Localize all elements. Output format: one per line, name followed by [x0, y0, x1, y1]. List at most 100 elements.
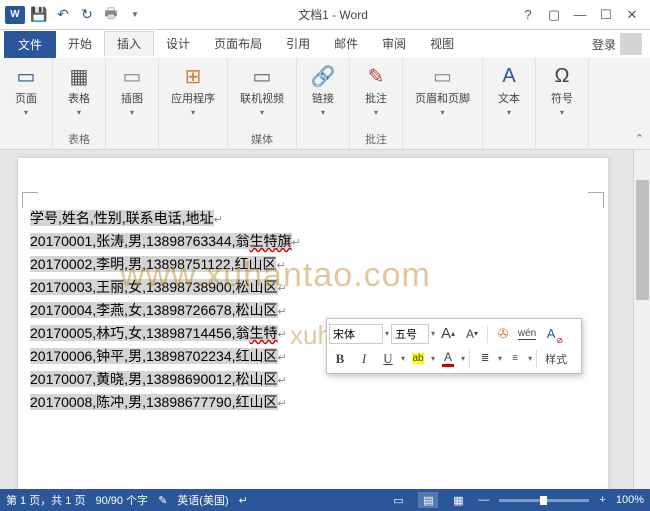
ribbon-btn-页眉和页脚[interactable]: ▭页眉和页脚▾ [411, 62, 474, 119]
close-icon[interactable]: ✕ [620, 4, 644, 26]
size-dropdown-icon[interactable]: ▾ [431, 329, 435, 338]
underline-button[interactable]: U [377, 348, 399, 370]
menu-tab-5[interactable]: 邮件 [322, 32, 370, 56]
menu-tab-0[interactable]: 开始 [56, 32, 104, 56]
bullets-dropdown-icon[interactable]: ▾ [498, 354, 502, 363]
dropdown-icon[interactable]: ▾ [507, 108, 511, 117]
word-count[interactable]: 90/90 个字 [95, 492, 148, 508]
menu-tab-7[interactable]: 视图 [418, 32, 466, 56]
highlight-dropdown-icon[interactable]: ▾ [431, 354, 435, 363]
zoom-slider[interactable] [499, 499, 589, 502]
doc-line-7[interactable]: 20170008,陈冲,男,13898677790,红山区↵ [30, 392, 592, 415]
shrink-font-button[interactable]: A▾ [461, 323, 483, 345]
ribbon-btn-联机视频[interactable]: ▭ 联机视频 ▾ [236, 62, 288, 119]
avatar-icon [620, 33, 642, 55]
language-indicator[interactable]: 英语(美国) [177, 492, 228, 508]
font-dropdown-icon[interactable]: ▾ [385, 329, 389, 338]
bold-button[interactable]: B [329, 348, 351, 370]
ribbon-btn-表格[interactable]: ▦表格▾ [61, 62, 97, 119]
save-icon[interactable]: 💾 [28, 4, 50, 26]
ribbon-icon: ▭ [12, 64, 40, 88]
scrollbar-thumb[interactable] [636, 180, 649, 300]
highlight-button[interactable]: ab [407, 348, 429, 370]
phonetic-guide-icon[interactable]: wén [516, 323, 538, 345]
menu-tab-2[interactable]: 设计 [154, 32, 202, 56]
vertical-scrollbar[interactable] [633, 150, 650, 489]
separator [487, 325, 488, 343]
format-painter-icon[interactable]: ✇ [492, 323, 514, 345]
ribbon-group-title: 媒体 [251, 129, 273, 147]
status-bar: 第 1 页，共 1 页 90/90 个字 ✎ 英语(美国) ↵ ▭ ▤ ▦ — … [0, 489, 650, 511]
ribbon-btn-批注[interactable]: ✎批注▾ [358, 62, 394, 119]
numbering-dropdown-icon[interactable]: ▾ [528, 354, 532, 363]
underline-dropdown-icon[interactable]: ▾ [401, 354, 405, 363]
file-tab[interactable]: 文件 [4, 31, 56, 58]
dropdown-icon[interactable]: ▾ [321, 108, 325, 117]
menu-tab-1[interactable]: 插入 [104, 31, 154, 56]
ribbon-icon: ▭ [248, 64, 276, 88]
ribbon-options-icon[interactable]: ▢ [542, 4, 566, 26]
doc-line-1[interactable]: 20170002,李明,男,13898751122,红山区↵ [30, 254, 592, 277]
margin-corner-tl [22, 192, 38, 208]
font-color-button[interactable]: A [437, 348, 459, 370]
numbering-button[interactable]: ≡ [504, 348, 526, 370]
ribbon-group-0: ▭页面▾ [0, 58, 53, 149]
bullets-button[interactable]: ≣ [474, 348, 496, 370]
ribbon-btn-页面[interactable]: ▭页面▾ [8, 62, 44, 119]
ribbon-icon: ▭ [118, 64, 146, 88]
dropdown-icon[interactable]: ▾ [191, 108, 195, 117]
ribbon-group-1: ▦表格▾表格 [53, 58, 106, 149]
dropdown-icon[interactable]: ▾ [260, 108, 264, 117]
minimize-icon[interactable]: — [568, 4, 592, 26]
separator [536, 350, 537, 368]
dropdown-icon[interactable]: ▾ [560, 108, 564, 117]
zoom-in-button[interactable]: + [599, 494, 605, 506]
print-layout-icon[interactable]: ▤ [418, 492, 438, 508]
ribbon: ▭页面▾▦表格▾表格▭插图▾⊞应用程序▾▭联机视频▾媒体🔗链接▾✎批注▾批注▭页… [0, 58, 650, 150]
qat-dropdown-icon[interactable]: ▼ [124, 4, 146, 26]
ribbon-btn-文本[interactable]: A文本▾ [491, 62, 527, 119]
redo-icon[interactable]: ↻ [76, 4, 98, 26]
italic-button[interactable]: I [353, 348, 375, 370]
ribbon-btn-符号[interactable]: Ω符号▾ [544, 62, 580, 119]
ribbon-icon: ⊞ [179, 64, 207, 88]
ribbon-btn-应用程序[interactable]: ⊞应用程序▾ [167, 62, 219, 119]
dropdown-icon[interactable]: ▾ [440, 108, 444, 117]
font-size-select[interactable] [391, 324, 429, 344]
ribbon-btn-插图[interactable]: ▭插图▾ [114, 62, 150, 119]
clear-format-icon[interactable]: A⊘ [540, 323, 562, 345]
undo-icon[interactable]: ↶ [52, 4, 74, 26]
maximize-icon[interactable]: ☐ [594, 4, 618, 26]
dropdown-icon[interactable]: ▾ [77, 108, 81, 117]
doc-header-line[interactable]: 学号,姓名,性别,联系电话,地址↵ [30, 208, 592, 231]
login-link[interactable]: 登录 [592, 33, 646, 55]
spellcheck-icon[interactable]: ✎ [158, 494, 167, 507]
insert-mode-icon[interactable]: ↵ [239, 494, 248, 507]
dropdown-icon[interactable]: ▾ [130, 108, 134, 117]
read-mode-icon[interactable]: ▭ [388, 492, 408, 508]
ribbon-label: 联机视频 [240, 90, 284, 106]
ribbon-btn-链接[interactable]: 🔗链接▾ [305, 62, 341, 119]
grow-font-button[interactable]: A▴ [437, 323, 459, 345]
web-layout-icon[interactable]: ▦ [448, 492, 468, 508]
doc-line-0[interactable]: 20170001,张涛,男,13898763344,翁生特旗↵ [30, 231, 592, 254]
zoom-out-button[interactable]: — [478, 494, 489, 506]
menu-tab-3[interactable]: 页面布局 [202, 32, 274, 56]
doc-line-2[interactable]: 20170003,王丽,女,13898738900,松山区↵ [30, 277, 592, 300]
dropdown-icon[interactable]: ▾ [374, 108, 378, 117]
fontcolor-dropdown-icon[interactable]: ▾ [461, 354, 465, 363]
menu-tab-6[interactable]: 审阅 [370, 32, 418, 56]
zoom-level[interactable]: 100% [616, 494, 644, 506]
dropdown-icon[interactable]: ▾ [24, 108, 28, 117]
ribbon-label: 文本 [498, 90, 520, 106]
word-app-icon: W [4, 4, 26, 26]
page-indicator[interactable]: 第 1 页，共 1 页 [6, 492, 85, 508]
help-icon[interactable]: ? [516, 4, 540, 26]
ribbon-group-2: ▭插图▾ [106, 58, 159, 149]
separator [469, 350, 470, 368]
font-family-select[interactable] [329, 324, 383, 344]
menu-tab-4[interactable]: 引用 [274, 32, 322, 56]
quick-print-icon[interactable]: 🖶 [100, 4, 122, 26]
styles-button[interactable]: 样式 [541, 348, 571, 370]
collapse-ribbon-icon[interactable]: ⌃ [635, 132, 644, 145]
